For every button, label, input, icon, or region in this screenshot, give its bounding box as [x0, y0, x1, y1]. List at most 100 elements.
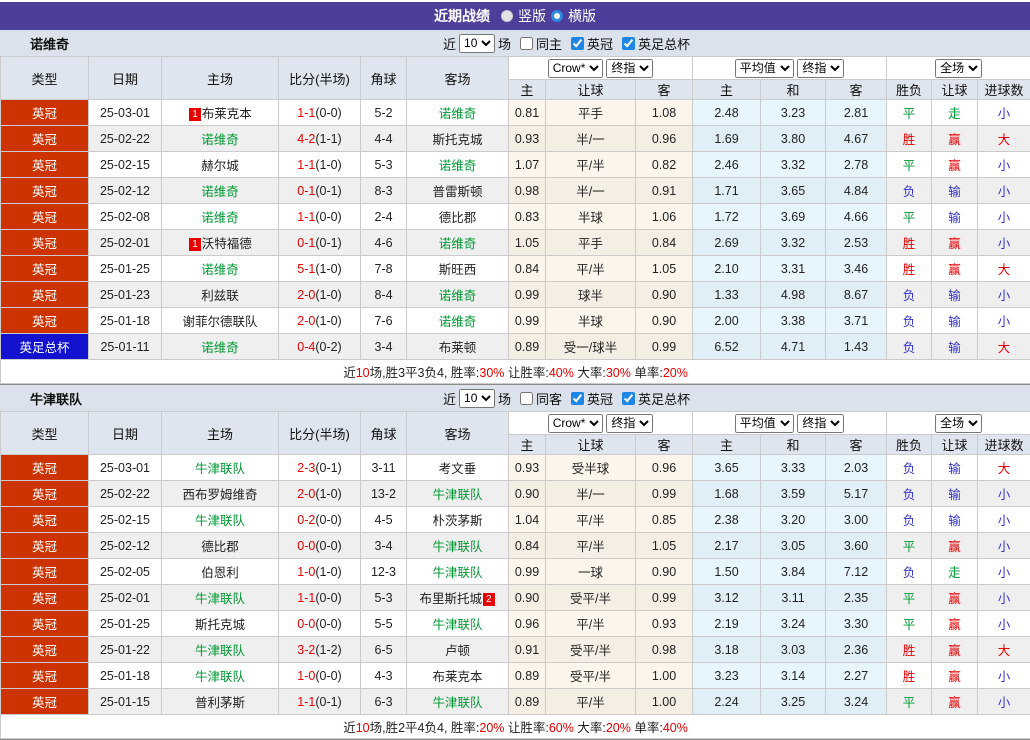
- avg-stage-select[interactable]: 终指: [797, 414, 844, 433]
- team-name[interactable]: 牛津联队: [195, 462, 245, 476]
- team-name[interactable]: 牛津联队: [195, 514, 245, 528]
- match-result: 负: [887, 559, 932, 585]
- odds-stage-select[interactable]: 终指: [606, 414, 653, 433]
- bookmaker-group: Crow* 终指: [509, 57, 693, 80]
- col-away: 客场: [407, 412, 509, 455]
- bookmaker-select[interactable]: Crow*: [548, 59, 603, 78]
- goals-result: 小: [978, 282, 1030, 308]
- team-name[interactable]: 牛津联队: [195, 670, 245, 684]
- same-venue-checkbox[interactable]: [520, 392, 533, 405]
- average-select[interactable]: 平均值: [735, 59, 794, 78]
- league-filter-checkbox[interactable]: [571, 37, 584, 50]
- handicap-result: 走: [932, 559, 978, 585]
- team-name[interactable]: 牛津联队: [195, 644, 245, 658]
- team-name[interactable]: 斯托克城: [195, 618, 245, 632]
- match-result: 负: [887, 334, 932, 360]
- corner-count: 3-4: [361, 533, 407, 559]
- team-name[interactable]: 诺维奇: [439, 159, 477, 173]
- avg-away-odds: 4.84: [826, 178, 887, 204]
- avg-away-odds: 3.60: [826, 533, 887, 559]
- team-name[interactable]: 诺维奇: [201, 133, 239, 147]
- match-date: 25-02-12: [89, 178, 162, 204]
- odds-stage-select[interactable]: 终指: [606, 59, 653, 78]
- col-home: 主场: [162, 57, 279, 100]
- away-team-cell: 布莱顿: [407, 334, 509, 360]
- team-name[interactable]: 布莱克本: [202, 107, 252, 121]
- recent-count-select[interactable]: 10: [459, 34, 495, 53]
- summary-text: 近: [343, 366, 356, 380]
- team-name[interactable]: 诺维奇: [439, 289, 477, 303]
- period-select[interactable]: 全场: [935, 59, 982, 78]
- team-name[interactable]: 诺维奇: [439, 237, 477, 251]
- fulltime-score: 2-3: [297, 461, 315, 475]
- table-row: 英冠 25-03-01 牛津联队 2-3(0-1) 3-11 考文垂 0.93 …: [1, 455, 1030, 481]
- team-name[interactable]: 谢菲尔德联队: [182, 315, 257, 329]
- team-name[interactable]: 诺维奇: [201, 341, 239, 355]
- team-name[interactable]: 斯旺西: [439, 263, 477, 277]
- team-name[interactable]: 西布罗姆维奇: [182, 488, 257, 502]
- team-name[interactable]: 牛津联队: [432, 540, 482, 554]
- table-row: 英冠 25-01-18 谢菲尔德联队 2-0(1-0) 7-6 诺维奇 0.99…: [1, 308, 1030, 334]
- team-name[interactable]: 朴茨茅斯: [432, 514, 482, 528]
- fulltime-score: 0-0: [297, 617, 315, 631]
- period-select[interactable]: 全场: [935, 414, 982, 433]
- league-filter-checkbox[interactable]: [571, 392, 584, 405]
- team-name[interactable]: 诺维奇: [439, 107, 477, 121]
- halftime-score: (1-0): [315, 487, 341, 501]
- team-name[interactable]: 布莱克本: [432, 670, 482, 684]
- team-name[interactable]: 布莱顿: [439, 341, 477, 355]
- bookmaker-select[interactable]: Crow*: [548, 414, 603, 433]
- horizontal-layout-radio[interactable]: [551, 10, 563, 22]
- crow-away-odds: 1.05: [636, 256, 693, 282]
- crow-home-odds: 0.93: [509, 126, 546, 152]
- handicap-result: 输: [932, 282, 978, 308]
- avg-stage-select[interactable]: 终指: [797, 59, 844, 78]
- team-name[interactable]: 布里斯托城: [419, 592, 482, 606]
- team-name[interactable]: 牛津联队: [432, 488, 482, 502]
- crow-home-odds: 0.98: [509, 178, 546, 204]
- avg-away-odds: 7.12: [826, 559, 887, 585]
- team-name[interactable]: 普利茅斯: [195, 696, 245, 710]
- team-name[interactable]: 牛津联队: [432, 566, 482, 580]
- team-name[interactable]: 诺维奇: [439, 315, 477, 329]
- home-team-cell: 诺维奇: [162, 178, 279, 204]
- cup-filter-checkbox[interactable]: [622, 37, 635, 50]
- team-name[interactable]: 赫尔城: [201, 159, 239, 173]
- fulltime-score: 0-1: [297, 236, 315, 250]
- team-name[interactable]: 沃特福德: [202, 237, 252, 251]
- team-name[interactable]: 利兹联: [201, 289, 239, 303]
- team-name[interactable]: 诺维奇: [201, 263, 239, 277]
- goals-result: 大: [978, 637, 1030, 663]
- away-team-cell: 牛津联队: [407, 559, 509, 585]
- crow-away-odds: 0.99: [636, 481, 693, 507]
- team-name[interactable]: 卢顿: [445, 644, 470, 658]
- score-cell: 2-0(1-0): [279, 308, 361, 334]
- match-date: 25-02-01: [89, 585, 162, 611]
- away-team-cell: 布莱克本: [407, 663, 509, 689]
- team-name[interactable]: 普雷斯顿: [432, 185, 482, 199]
- team-name[interactable]: 诺维奇: [201, 211, 239, 225]
- avg-draw-odds: 4.71: [761, 334, 826, 360]
- col-crow-handicap: 让球: [546, 80, 636, 100]
- team-name[interactable]: 德比郡: [439, 211, 477, 225]
- recent-count-select[interactable]: 10: [459, 389, 495, 408]
- league-badge: 英冠: [1, 282, 89, 308]
- crow-home-odds: 0.90: [509, 481, 546, 507]
- games-label: 场: [498, 389, 511, 408]
- team-name[interactable]: 牛津联队: [432, 618, 482, 632]
- league-filter-label: 英冠: [587, 34, 613, 53]
- team-name[interactable]: 斯托克城: [432, 133, 482, 147]
- team-name[interactable]: 牛津联队: [195, 592, 245, 606]
- team-name[interactable]: 考文垂: [439, 462, 477, 476]
- team-name[interactable]: 牛津联队: [432, 696, 482, 710]
- average-select[interactable]: 平均值: [735, 414, 794, 433]
- team-name[interactable]: 伯恩利: [201, 566, 239, 580]
- cup-filter-checkbox[interactable]: [622, 392, 635, 405]
- crow-home-odds: 0.89: [509, 689, 546, 715]
- col-type: 类型: [1, 57, 89, 100]
- team-name[interactable]: 诺维奇: [201, 185, 239, 199]
- same-venue-checkbox[interactable]: [520, 37, 533, 50]
- team-name[interactable]: 德比郡: [201, 540, 239, 554]
- home-team-cell: 诺维奇: [162, 334, 279, 360]
- vertical-layout-radio[interactable]: [501, 10, 513, 22]
